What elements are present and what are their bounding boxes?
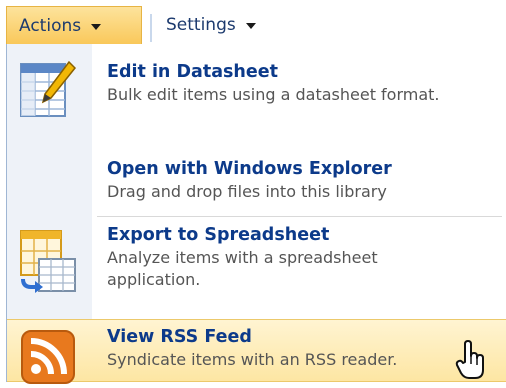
datasheet-edit-icon [17, 58, 77, 124]
menu-item-text: View RSS Feed Syndicate items with an RS… [107, 326, 467, 371]
toolbar-separator [150, 14, 152, 42]
settings-menu-button[interactable]: Settings [162, 6, 256, 44]
rss-icon [21, 330, 75, 388]
actions-label: Actions [19, 15, 82, 36]
spreadsheet-export-icon [17, 229, 79, 299]
menu-item-view-rss-feed[interactable]: View RSS Feed Syndicate items with an RS… [7, 319, 506, 384]
settings-label: Settings [166, 15, 236, 35]
menu-item-text: Edit in Datasheet Bulk edit items using … [107, 61, 467, 106]
chevron-down-icon [245, 23, 256, 29]
menu-item-text: Open with Windows Explorer Drag and drop… [107, 158, 467, 203]
menu-item-title: Open with Windows Explorer [107, 159, 392, 179]
menu-item-description: Syndicate items with an RSS reader. [107, 350, 398, 369]
chevron-down-icon [91, 23, 102, 30]
menu-item-title: Edit in Datasheet [107, 62, 278, 82]
menu-item-description: Analyze items with a spreadsheet applica… [107, 248, 378, 289]
menu-item-title: Export to Spreadsheet [107, 225, 330, 245]
menu-item-text: Export to Spreadsheet Analyze items with… [107, 224, 467, 290]
menu-item-description: Drag and drop files into this library [107, 182, 387, 201]
actions-menu-button[interactable]: Actions [6, 6, 142, 44]
hand-cursor-icon [455, 340, 487, 384]
toolbar: Actions Settings [0, 0, 506, 44]
menu-item-edit-in-datasheet[interactable]: Edit in Datasheet Bulk edit items using … [7, 44, 506, 156]
menu-item-export-to-spreadsheet[interactable]: Export to Spreadsheet Analyze items with… [7, 217, 506, 309]
actions-dropdown-menu: Edit in Datasheet Bulk edit items using … [6, 44, 506, 384]
menu-item-description: Bulk edit items using a datasheet format… [107, 85, 440, 104]
menu-item-title: View RSS Feed [107, 327, 252, 347]
